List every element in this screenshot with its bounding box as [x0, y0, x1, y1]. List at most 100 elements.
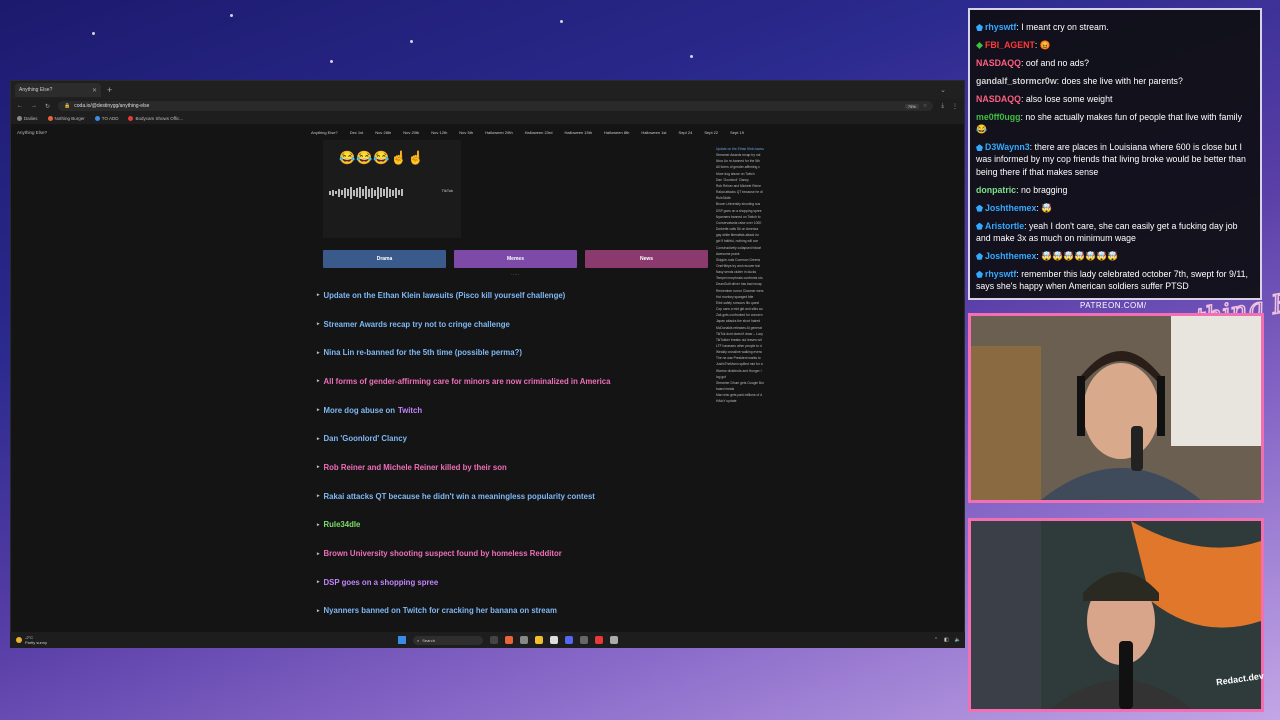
story-title[interactable]: Nina Lin re-banned for the 5th time (pos…: [324, 348, 522, 357]
volume-icon[interactable]: 🔈: [955, 637, 961, 643]
site-title[interactable]: Anything Else?: [17, 130, 47, 135]
zoom-level[interactable]: 75%: [904, 103, 919, 109]
chat-username[interactable]: Joshthemex: [985, 203, 1036, 213]
expand-triangle-icon[interactable]: ▸: [317, 522, 320, 528]
expand-triangle-icon[interactable]: ▸: [317, 551, 320, 557]
new-tab-icon[interactable]: +: [107, 85, 112, 95]
close-tab-icon[interactable]: ✕: [92, 87, 97, 94]
date-nav-item[interactable]: Halloween 8th: [604, 130, 629, 135]
story-title[interactable]: More dog abuse on: [324, 406, 395, 415]
windows-start-icon[interactable]: [398, 636, 406, 644]
address-bar[interactable]: 🔒 coda.io/@destinygg/anything-else 75% ☆: [58, 101, 934, 111]
story-title[interactable]: DSP goes on a shopping spree: [324, 578, 439, 587]
date-nav-item[interactable]: Halloween 23rd: [525, 130, 553, 135]
category-news-button[interactable]: News: [585, 250, 708, 268]
expand-triangle-icon[interactable]: ▸: [317, 493, 320, 499]
story-item[interactable]: ▸ Rule34dle: [317, 511, 717, 540]
story-item[interactable]: ▸ All forms of gender-affirming care for …: [317, 367, 717, 396]
chat-username[interactable]: NASDAQQ: [976, 94, 1021, 104]
discord-app-icon[interactable]: [565, 636, 573, 644]
date-nav-item[interactable]: Dec 1st: [350, 130, 364, 135]
expand-triangle-icon[interactable]: ▸: [317, 407, 320, 413]
date-nav-item[interactable]: Nov 12th: [431, 130, 447, 135]
record-app-icon[interactable]: [595, 636, 603, 644]
story-title[interactable]: All forms of gender-affirming care for m…: [324, 377, 611, 386]
story-item[interactable]: ▸ Rob Reiner and Michele Reiner killed by…: [317, 453, 717, 482]
date-nav-item[interactable]: Sept 19: [730, 130, 744, 135]
story-item[interactable]: ▸ Rakai attacks QT because he didn't win …: [317, 482, 717, 511]
obs-app-icon[interactable]: [550, 636, 558, 644]
forward-icon[interactable]: →: [31, 103, 37, 109]
date-nav-item[interactable]: Sept 24: [679, 130, 693, 135]
story-item[interactable]: ▸ Nyanners banned on Twitch for cracking …: [317, 597, 717, 626]
story-item[interactable]: ▸ Streamer Awards recap try not to cringe…: [317, 310, 717, 339]
story-item[interactable]: ▸ DSP goes on a shopping spree: [317, 568, 717, 597]
star-icon[interactable]: ☆: [923, 103, 927, 109]
terminal-app-icon[interactable]: [520, 636, 528, 644]
date-nav-item[interactable]: Halloween 15th: [564, 130, 592, 135]
extensions-icon[interactable]: ⋮: [952, 103, 958, 110]
story-title[interactable]: Rob Reiner and Michele Reiner killed by …: [324, 463, 507, 472]
app-icon[interactable]: [580, 636, 588, 644]
story-item[interactable]: ▸ Dan 'Goonlord' Clancy: [317, 424, 717, 453]
network-icon[interactable]: ◧: [944, 637, 949, 643]
expand-triangle-icon[interactable]: ▸: [317, 350, 320, 356]
chat-username[interactable]: NASDAQQ: [976, 58, 1021, 68]
expand-triangle-icon[interactable]: ▸: [317, 464, 320, 470]
chat-username[interactable]: rhyswtf: [985, 269, 1016, 279]
files-app-icon[interactable]: [535, 636, 543, 644]
story-title[interactable]: Dan 'Goonlord' Clancy: [324, 434, 407, 443]
story-title[interactable]: Rakai attacks QT because he didn't win a…: [324, 492, 595, 501]
date-nav-item[interactable]: Nov 5th: [459, 130, 473, 135]
story-title[interactable]: Rule34dle: [324, 520, 361, 529]
video-player[interactable]: 😂😂😂☝☝ TikTok: [323, 140, 461, 238]
chat-username[interactable]: rhyswtf: [985, 22, 1016, 32]
browser-tab[interactable]: Anything Else? ✕: [15, 83, 101, 97]
chat-username[interactable]: Joshthemex: [985, 251, 1036, 261]
back-icon[interactable]: ←: [17, 103, 23, 109]
story-title[interactable]: Brown University shooting suspect found …: [324, 549, 562, 558]
weather-widget[interactable]: -2°C Partly sunny: [16, 635, 47, 645]
chevron-up-icon[interactable]: ⌃: [934, 637, 938, 643]
task-view-icon[interactable]: [490, 636, 498, 644]
story-title-link[interactable]: Twitch: [398, 406, 422, 415]
chat-username[interactable]: Aristortle: [985, 221, 1024, 231]
outline-item[interactable]: HAtoY update: [716, 398, 778, 404]
category-drama-button[interactable]: Drama: [323, 250, 446, 268]
chat-username[interactable]: gandalf_stormcr0w: [976, 76, 1057, 86]
chat-username[interactable]: donpatric: [976, 185, 1016, 195]
steam-app-icon[interactable]: [610, 636, 618, 644]
date-nav-item[interactable]: Nov 28th: [375, 130, 391, 135]
reload-icon[interactable]: ↻: [45, 103, 50, 110]
category-memes-button[interactable]: Memes: [454, 250, 577, 268]
chevron-down-icon[interactable]: ⌄: [940, 86, 946, 94]
expand-triangle-icon[interactable]: ▸: [317, 436, 320, 442]
story-item[interactable]: ▸ Brown University shooting suspect found…: [317, 539, 717, 568]
story-title[interactable]: Streamer Awards recap try not to cringe …: [324, 320, 510, 329]
browser-app-icon[interactable]: [505, 636, 513, 644]
story-item[interactable]: ▸ More dog abuse on Twitch: [317, 396, 717, 425]
expand-triangle-icon[interactable]: ▸: [317, 608, 320, 614]
expand-triangle-icon[interactable]: ▸: [317, 378, 320, 384]
chat-username[interactable]: me0ff0ugg: [976, 112, 1020, 122]
date-nav-item[interactable]: Anything Else?: [311, 130, 338, 135]
story-title[interactable]: Nyanners banned on Twitch for cracking h…: [324, 606, 557, 615]
date-nav-item[interactable]: Halloween 1st: [641, 130, 666, 135]
chat-username[interactable]: D3Waynn3: [985, 142, 1030, 152]
bookmark-item[interactable]: Bodycam Shows Offic...: [128, 116, 183, 121]
expand-triangle-icon[interactable]: ▸: [317, 321, 320, 327]
story-item[interactable]: ▸ Update on the Ethan Klein lawsuits (Pis…: [317, 281, 717, 310]
chat-username[interactable]: FBI_AGENT: [985, 40, 1035, 50]
date-nav-item[interactable]: Sept 22: [704, 130, 718, 135]
date-nav-item[interactable]: Nov 20th: [403, 130, 419, 135]
bookmark-item[interactable]: Dailies: [17, 116, 38, 121]
download-icon[interactable]: ⤓: [941, 103, 944, 110]
bookmark-item[interactable]: TO ADD: [94, 116, 118, 121]
expand-triangle-icon[interactable]: ▸: [317, 579, 320, 585]
date-nav-item[interactable]: Halloween 29th: [485, 130, 513, 135]
taskbar-search[interactable]: ⌕ Search: [413, 635, 483, 645]
story-title[interactable]: Update on the Ethan Klein lawsuits (Pisc…: [324, 291, 566, 300]
expand-triangle-icon[interactable]: ▸: [317, 292, 320, 298]
story-item[interactable]: ▸ Nina Lin re-banned for the 5th time (po…: [317, 338, 717, 367]
bookmark-item[interactable]: Nothing Burger: [47, 116, 85, 121]
